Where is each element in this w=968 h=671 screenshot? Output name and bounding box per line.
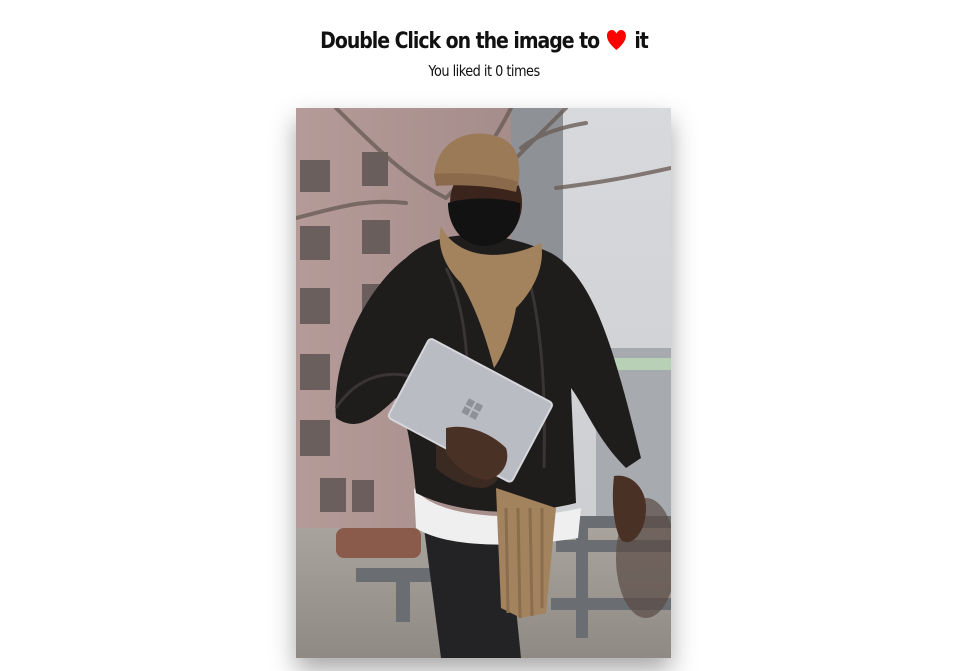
- likeable-photo[interactable]: [296, 108, 671, 658]
- page: Double Click on the image to it You like…: [0, 0, 968, 671]
- instruction-heading: Double Click on the image to it: [68, 26, 900, 61]
- like-counter-prefix: You liked it: [428, 62, 492, 80]
- heading-text-after: it: [634, 29, 648, 54]
- heading-text-before: Double Click on the image to: [320, 29, 600, 54]
- like-counter-text: You liked it 0 times: [68, 61, 900, 81]
- photo-illustration: [296, 108, 671, 658]
- heart-icon: [606, 29, 627, 61]
- like-count: 0: [495, 62, 503, 80]
- like-counter-suffix: times: [506, 62, 540, 80]
